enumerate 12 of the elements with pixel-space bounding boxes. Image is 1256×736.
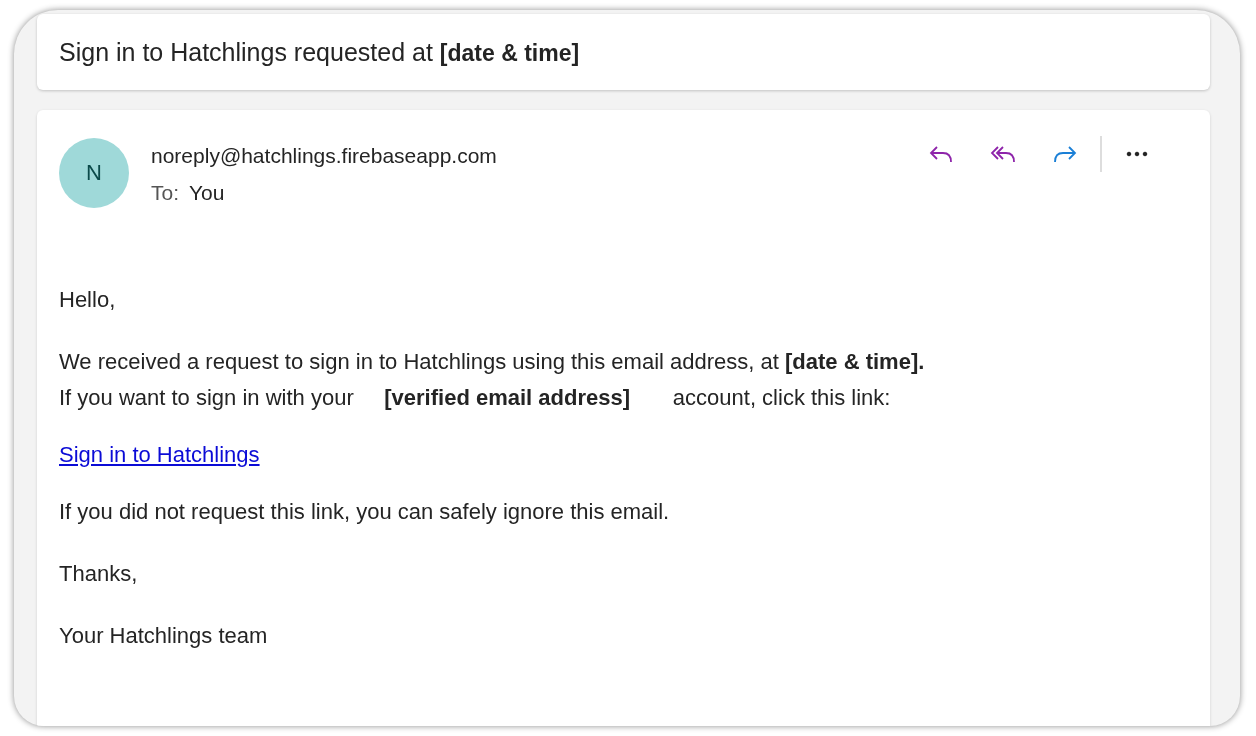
body-text: Your Hatchlings team (59, 622, 269, 650)
body-text: We received a request to sign in to Hatchlings using this email address, at [date & time]. (59, 348, 926, 376)
body-text: Hello, (59, 286, 117, 314)
sign-in-link[interactable]: Sign in to Hatchlings (59, 442, 260, 467)
sender-address: noreply@hatchlings.firebaseapp.com (151, 144, 498, 168)
avatar-icon: N (59, 138, 129, 208)
to-label: To: (151, 181, 179, 205)
body-text: If you did not request this link, you can safely ignore this email. (59, 498, 671, 526)
recipient: You (189, 181, 225, 205)
body-text: Thanks, (59, 560, 139, 588)
body-text: If you want to sign in with your [verified email address] account, click this link: (59, 384, 892, 412)
email-subject: Sign in to Hatchlings requested at [date & time] (59, 37, 580, 67)
